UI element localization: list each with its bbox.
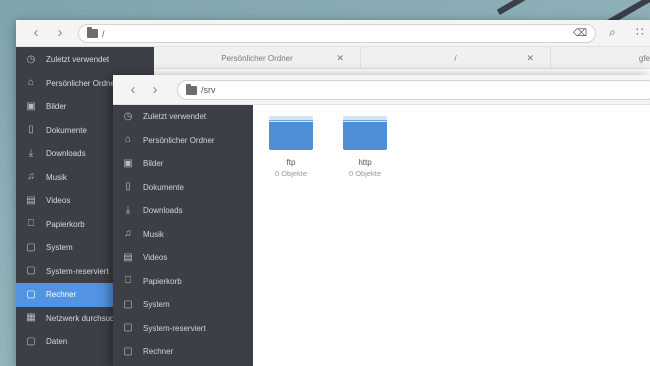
sidebar-item-pictures[interactable]: ▣ Bilder bbox=[113, 152, 253, 176]
music-icon: ♫ bbox=[124, 228, 132, 240]
tab-bar: Persönlicher Ordner ✕ / ✕ gfe bbox=[154, 47, 650, 69]
sidebar-item-music[interactable]: ♫ Musik bbox=[113, 223, 253, 247]
location-path: /srv bbox=[201, 85, 216, 95]
sidebar-item-trash[interactable]: ⎕ Papierkorb bbox=[113, 270, 253, 294]
sidebar-item-label: Musik bbox=[46, 172, 67, 182]
location-bar[interactable]: /srv bbox=[177, 80, 650, 100]
file-view: ftp 0 Objekte http 0 Objekte bbox=[253, 105, 650, 366]
sidebar-item-label: Papierkorb bbox=[143, 276, 182, 286]
folder-icon bbox=[87, 27, 98, 38]
sidebar-item-label: Videos bbox=[143, 253, 168, 263]
folder-name: ftp bbox=[286, 158, 296, 167]
sidebar-item-label: Downloads bbox=[46, 149, 86, 159]
trash-icon: ⎕ bbox=[28, 218, 34, 230]
drive-icon: ▢ bbox=[26, 335, 36, 347]
download-icon: ⤓ bbox=[28, 147, 34, 159]
folder-icon bbox=[343, 116, 387, 150]
sidebar-item-label: Bilder bbox=[143, 159, 164, 169]
document-icon: ▯ bbox=[125, 181, 131, 193]
sidebar-item-label: Papierkorb bbox=[46, 219, 85, 229]
video-icon: ▤ bbox=[123, 251, 133, 263]
sidebar-item-label: System-reserviert bbox=[46, 266, 109, 276]
sidebar-item-videos[interactable]: ▤ Videos bbox=[113, 246, 253, 270]
sidebar-item-label: Downloads bbox=[143, 206, 183, 216]
sidebar-item-label: System bbox=[46, 243, 73, 253]
sidebar-item-documents[interactable]: ▯ Dokumente bbox=[113, 176, 253, 200]
file-manager-window-front: ‹ › /srv ◷ Zuletzt verwendet ⌂ Persönlic… bbox=[113, 75, 650, 366]
header-bar: ‹ › / ⌫ ⌕ ∷ bbox=[16, 20, 650, 47]
header-bar: ‹ › /srv bbox=[113, 75, 650, 105]
document-icon: ▯ bbox=[28, 124, 34, 136]
sidebar-item-label: Dokumente bbox=[143, 182, 184, 192]
folder-item-ftp[interactable]: ftp 0 Objekte bbox=[261, 116, 321, 178]
home-icon: ⌂ bbox=[124, 134, 132, 146]
folder-item-count: 0 Objekte bbox=[274, 169, 308, 178]
sidebar-item-computer[interactable]: ▢ Rechner bbox=[113, 340, 253, 364]
drive-icon: ▢ bbox=[123, 322, 133, 334]
sidebar-item-home[interactable]: ⌂ Persönlicher Ordner bbox=[113, 129, 253, 153]
folder-item-count: 0 Objekte bbox=[348, 169, 382, 178]
sidebar-item-recent[interactable]: ◷ Zuletzt verwendet bbox=[16, 48, 154, 72]
sidebar-item-label: Dokumente bbox=[46, 125, 87, 135]
sidebar-item-label: Musik bbox=[143, 229, 164, 239]
sidebar-item-label: Rechner bbox=[46, 290, 77, 300]
folder-icon bbox=[269, 116, 313, 150]
sidebar: ◷ Zuletzt verwendet ⌂ Persönlicher Ordne… bbox=[113, 105, 253, 366]
sidebar-item-label: Daten bbox=[46, 337, 68, 347]
tab-label: gfe bbox=[638, 53, 650, 63]
drive-icon: ▢ bbox=[26, 241, 36, 253]
sidebar-item-recent[interactable]: ◷ Zuletzt verwendet bbox=[113, 105, 253, 129]
sidebar-item-label: Persönlicher Ordner bbox=[46, 78, 118, 88]
sidebar-item-label: Zuletzt verwendet bbox=[143, 112, 207, 122]
folder-item-http[interactable]: http 0 Objekte bbox=[335, 116, 395, 178]
search-icon[interactable]: ⌕ bbox=[609, 25, 616, 40]
sidebar-item-downloads[interactable]: ⤓ Downloads bbox=[113, 199, 253, 223]
sidebar-item-label: Zuletzt verwendet bbox=[46, 55, 110, 65]
close-icon[interactable]: ✕ bbox=[336, 53, 344, 64]
clock-icon: ◷ bbox=[26, 53, 36, 65]
video-icon: ▤ bbox=[26, 194, 36, 206]
sidebar-item-system[interactable]: ▢ System bbox=[113, 293, 253, 317]
sidebar-item-label: System bbox=[143, 300, 170, 310]
location-path: / bbox=[102, 28, 105, 39]
drive-icon: ▢ bbox=[26, 288, 36, 300]
tab-home[interactable]: Persönlicher Ordner ✕ bbox=[154, 47, 361, 69]
sidebar-item-label: Persönlicher Ordner bbox=[143, 135, 215, 145]
download-icon: ⤓ bbox=[125, 204, 131, 216]
grid-view-icon[interactable]: ∷ bbox=[636, 25, 644, 39]
clock-icon: ◷ bbox=[123, 110, 133, 122]
music-icon: ♫ bbox=[27, 171, 35, 183]
tab-label: / bbox=[454, 53, 457, 63]
sidebar-item-label: Videos bbox=[46, 196, 71, 206]
tab-gfe[interactable]: gfe bbox=[551, 47, 650, 69]
folder-icon bbox=[186, 83, 197, 95]
home-icon: ⌂ bbox=[27, 77, 35, 89]
location-bar[interactable]: / ⌫ bbox=[78, 24, 596, 43]
drive-icon: ▢ bbox=[123, 298, 133, 310]
image-icon: ▣ bbox=[26, 100, 36, 112]
image-icon: ▣ bbox=[123, 157, 133, 169]
back-button[interactable]: ‹ bbox=[123, 81, 143, 99]
sidebar-item-system-reserved[interactable]: ▢ System-reserviert bbox=[113, 317, 253, 341]
sidebar-item-label: Rechner bbox=[143, 347, 174, 357]
drive-icon: ▢ bbox=[26, 265, 36, 277]
forward-button[interactable]: › bbox=[50, 24, 70, 42]
tab-label: Persönlicher Ordner bbox=[221, 53, 293, 63]
folder-name: http bbox=[358, 158, 372, 167]
tab-root[interactable]: / ✕ bbox=[361, 47, 551, 69]
drive-icon: ▢ bbox=[123, 345, 133, 357]
sidebar-item-label: System-reserviert bbox=[143, 323, 206, 333]
back-button[interactable]: ‹ bbox=[26, 24, 46, 42]
forward-button[interactable]: › bbox=[145, 81, 165, 99]
trash-icon: ⎕ bbox=[125, 275, 131, 287]
clear-location-icon[interactable]: ⌫ bbox=[573, 29, 587, 39]
network-icon: ▦ bbox=[26, 312, 36, 324]
sidebar-item-label: Bilder bbox=[46, 102, 67, 112]
close-icon[interactable]: ✕ bbox=[526, 53, 534, 64]
